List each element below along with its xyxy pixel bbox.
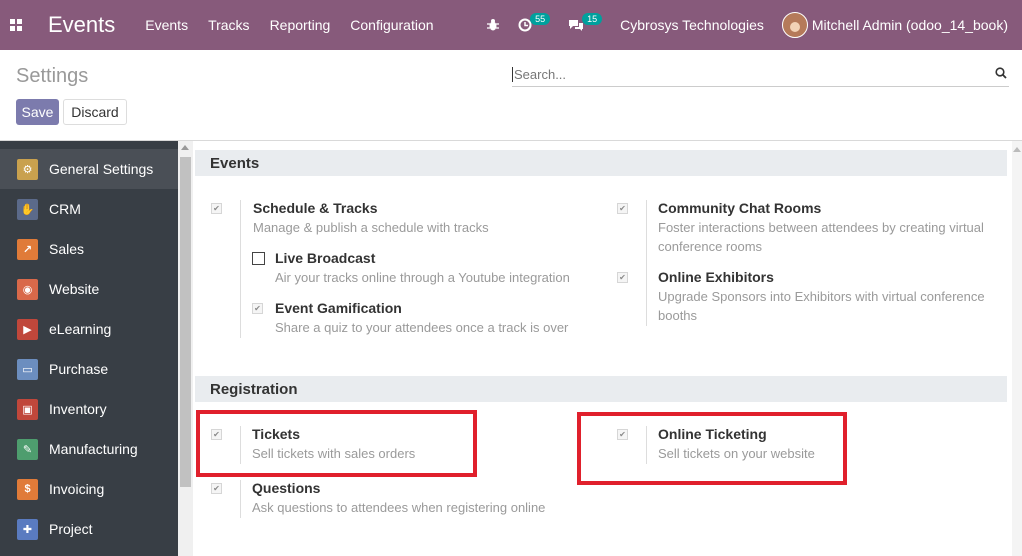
sidebar-item-sales[interactable]: ↗ Sales bbox=[0, 229, 178, 269]
setting-description: Ask questions to attendees when register… bbox=[252, 500, 546, 515]
sidebar-item-label: Invoicing bbox=[49, 481, 105, 497]
elearning-icon: ▶ bbox=[17, 318, 38, 340]
menu-tracks[interactable]: Tracks bbox=[208, 17, 249, 33]
sidebar-item-purchase[interactable]: ▭ Purchase bbox=[0, 349, 178, 389]
checkbox-event-gamification[interactable]: ✔ bbox=[252, 303, 263, 314]
sidebar-item-inventory[interactable]: ▣ Inventory bbox=[0, 389, 178, 429]
top-navbar: Events Events Tracks Reporting Configura… bbox=[0, 0, 1022, 50]
setting-title: Live Broadcast bbox=[275, 250, 376, 266]
message-count-badge: 15 bbox=[582, 13, 603, 25]
setting-title: Community Chat Rooms bbox=[658, 200, 822, 216]
main-menu: Events Tracks Reporting Configuration bbox=[145, 17, 453, 33]
checkbox-schedule-tracks[interactable]: ✔ bbox=[211, 203, 222, 214]
search-icon[interactable] bbox=[995, 67, 1007, 79]
messages-icon[interactable]: 15 bbox=[568, 13, 603, 32]
chart-icon: ↗ bbox=[17, 238, 38, 260]
app-brand[interactable]: Events bbox=[48, 12, 115, 38]
setting-description: Air your tracks online through a Youtube… bbox=[275, 270, 570, 285]
handshake-icon: ✋ bbox=[17, 198, 38, 220]
sidebar-item-label: Project bbox=[49, 521, 93, 537]
checkbox-live-broadcast[interactable] bbox=[252, 252, 265, 265]
globe-icon: ◉ bbox=[17, 278, 38, 300]
apps-menu-icon[interactable] bbox=[0, 0, 32, 50]
setting-divider bbox=[240, 480, 241, 518]
scroll-thumb[interactable] bbox=[180, 157, 191, 487]
setting-divider bbox=[646, 200, 647, 326]
setting-description: Foster interactions between attendees by… bbox=[658, 220, 984, 254]
section-header-registration: Registration bbox=[195, 376, 1007, 402]
page-title: Settings bbox=[16, 65, 89, 87]
activity-icon[interactable]: 55 bbox=[518, 13, 551, 32]
checkbox-community-chat[interactable]: ✔ bbox=[617, 203, 628, 214]
menu-reporting[interactable]: Reporting bbox=[270, 17, 331, 33]
setting-title: Online Exhibitors bbox=[658, 269, 774, 285]
sidebar-item-project[interactable]: ✚ Project bbox=[0, 509, 178, 549]
menu-events[interactable]: Events bbox=[145, 17, 188, 33]
highlight-box-tickets bbox=[196, 410, 477, 477]
setting-description: Upgrade Sponsors into Exhibitors with vi… bbox=[658, 289, 985, 323]
setting-title: Event Gamification bbox=[275, 300, 402, 316]
sidebar-item-manufacturing[interactable]: ✎ Manufacturing bbox=[0, 429, 178, 469]
sidebar-item-label: Manufacturing bbox=[49, 441, 138, 457]
invoice-icon: $ bbox=[17, 478, 38, 500]
sidebar-item-crm[interactable]: ✋ CRM bbox=[0, 189, 178, 229]
highlight-box-online-ticketing bbox=[577, 412, 847, 485]
sidebar-item-website[interactable]: ◉ Website bbox=[0, 269, 178, 309]
section-header-events: Events bbox=[195, 150, 1007, 176]
sidebar-scrollbar[interactable] bbox=[178, 141, 193, 556]
sidebar-item-label: Purchase bbox=[49, 361, 109, 377]
setting-description: Manage & publish a schedule with tracks bbox=[253, 220, 489, 235]
sidebar-item-label: Inventory bbox=[49, 401, 107, 417]
sidebar-item-label: General Settings bbox=[49, 161, 154, 177]
user-menu[interactable]: Mitchell Admin (odoo_14_book) bbox=[781, 12, 1008, 38]
scroll-up-arrow-icon[interactable] bbox=[1013, 147, 1021, 152]
sidebar-item-label: Sales bbox=[49, 241, 85, 257]
company-switcher[interactable]: Cybrosys Technologies bbox=[620, 17, 764, 33]
setting-title: Questions bbox=[252, 480, 321, 496]
activity-count-badge: 55 bbox=[530, 13, 551, 25]
box-icon: ▣ bbox=[17, 398, 38, 420]
menu-configuration[interactable]: Configuration bbox=[350, 17, 433, 33]
wrench-icon: ✎ bbox=[17, 438, 38, 460]
avatar bbox=[781, 12, 808, 38]
setting-description: Share a quiz to your attendees once a tr… bbox=[275, 320, 569, 335]
checkbox-questions[interactable]: ✔ bbox=[211, 483, 222, 494]
search-placeholder: Search... bbox=[514, 66, 567, 82]
sidebar-item-invoicing[interactable]: $ Invoicing bbox=[0, 469, 178, 509]
user-name: Mitchell Admin (odoo_14_book) bbox=[811, 17, 1008, 33]
settings-sidebar: ⚙ General Settings ✋ CRM ↗ Sales ◉ Websi… bbox=[0, 141, 178, 556]
gear-icon: ⚙ bbox=[17, 158, 38, 180]
sidebar-item-label: eLearning bbox=[49, 321, 112, 337]
discard-button[interactable]: Discard bbox=[63, 99, 127, 125]
card-icon: ▭ bbox=[17, 358, 38, 380]
sidebar-item-general-settings[interactable]: ⚙ General Settings bbox=[0, 149, 178, 189]
setting-title: Schedule & Tracks bbox=[253, 200, 378, 216]
sidebar-item-label: CRM bbox=[49, 201, 81, 217]
checkbox-online-exhibitors[interactable]: ✔ bbox=[617, 272, 628, 283]
setting-divider bbox=[240, 200, 241, 338]
sidebar-item-label: Website bbox=[49, 281, 100, 297]
debug-bug-icon[interactable] bbox=[486, 18, 500, 32]
content-scrollbar[interactable] bbox=[1012, 141, 1022, 556]
sidebar-item-elearning[interactable]: ▶ eLearning bbox=[0, 309, 178, 349]
puzzle-icon: ✚ bbox=[17, 518, 38, 540]
save-button[interactable]: Save bbox=[16, 99, 59, 125]
scroll-up-arrow-icon[interactable] bbox=[181, 145, 189, 150]
search-input[interactable]: Search... bbox=[512, 62, 1009, 87]
